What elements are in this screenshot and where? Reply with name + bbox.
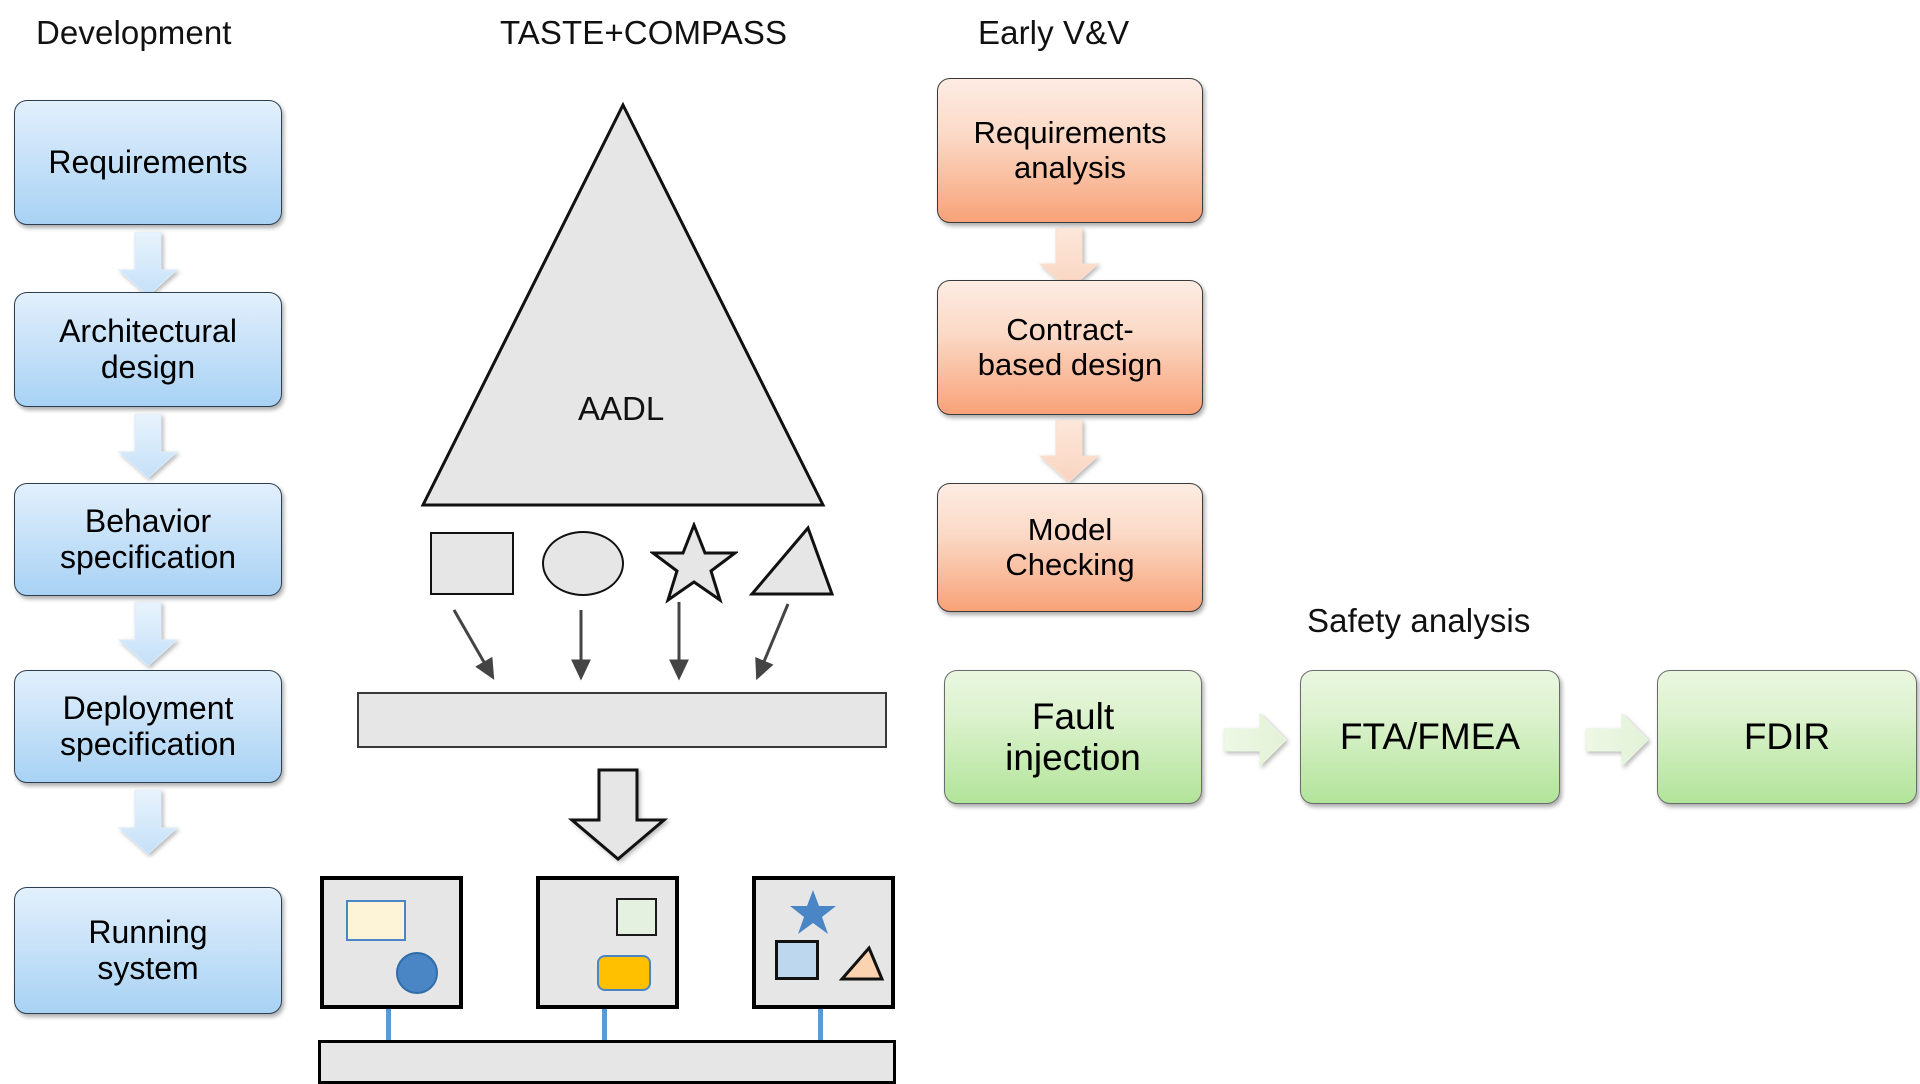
dev-step-deployment-specification[interactable]: Deployment specification xyxy=(14,670,282,783)
safety-step-fault-injection[interactable]: Fault injection xyxy=(944,670,1202,804)
vv-step-contract-based-design-label: Contract- based design xyxy=(977,311,1163,382)
deployment-block-arrow xyxy=(568,768,668,861)
dev-step-deployment-specification-label: Deployment specification xyxy=(59,689,237,762)
safety-step-fta-fmea-label: FTA/FMEA xyxy=(1339,716,1521,758)
node3-blue-star xyxy=(790,890,836,934)
dev-step-behavior-specification-label: Behavior specification xyxy=(59,502,237,575)
deployment-node-1[interactable] xyxy=(320,876,463,1009)
deployment-node-3[interactable] xyxy=(752,876,895,1009)
node1-bus-link xyxy=(386,1009,391,1041)
dev-step-architectural-design-label: Architectural design xyxy=(59,312,237,385)
diagram-canvas: Development TASTE+COMPASS Early V&V Safe… xyxy=(0,0,1920,1084)
dev-step-requirements[interactable]: Requirements xyxy=(14,100,282,225)
column-title-taste: TASTE+COMPASS xyxy=(500,14,788,51)
dev-arrow-4 xyxy=(117,790,179,855)
node3-light-blue-square xyxy=(775,940,819,980)
safety-step-fdir[interactable]: FDIR xyxy=(1657,670,1917,804)
shape-ellipse xyxy=(542,531,624,596)
node3-peach-triangle xyxy=(839,945,885,981)
dev-step-requirements-label: Requirements xyxy=(48,143,248,180)
deployment-node-2[interactable] xyxy=(536,876,679,1009)
vv-arrow-2 xyxy=(1038,420,1100,483)
column-title-safety-analysis: Safety analysis xyxy=(1307,602,1531,639)
node2-orange-rounded-rectangle xyxy=(597,955,651,991)
vv-step-model-checking-label: Model Checking xyxy=(1005,511,1135,582)
node2-pale-green-square xyxy=(616,898,657,936)
vv-step-requirements-analysis-label: Requirements analysis xyxy=(973,114,1167,185)
dev-step-running-system-label: Running system xyxy=(88,913,208,986)
aadl-triangle xyxy=(420,101,826,507)
dev-step-architectural-design[interactable]: Architectural design xyxy=(14,292,282,407)
aadl-triangle-label: AADL xyxy=(578,390,665,427)
safety-arrow-1 xyxy=(1223,712,1287,768)
node3-bus-link xyxy=(818,1009,823,1041)
shape-arrow-triangle xyxy=(755,603,790,681)
deployment-bus-bar xyxy=(318,1040,896,1084)
column-title-development: Development xyxy=(36,14,232,51)
dev-step-running-system[interactable]: Running system xyxy=(14,887,282,1014)
shape-arrow-ellipse xyxy=(571,610,591,681)
dev-arrow-3 xyxy=(117,602,179,667)
safety-arrow-2 xyxy=(1585,712,1649,768)
dev-step-behavior-specification[interactable]: Behavior specification xyxy=(14,483,282,596)
safety-step-fta-fmea[interactable]: FTA/FMEA xyxy=(1300,670,1560,804)
shape-arrow-square xyxy=(452,609,495,680)
integration-bar xyxy=(357,692,887,748)
dev-arrow-1 xyxy=(117,232,179,297)
safety-step-fdir-label: FDIR xyxy=(1743,716,1831,758)
vv-step-requirements-analysis[interactable]: Requirements analysis xyxy=(937,78,1203,223)
vv-step-model-checking[interactable]: Model Checking xyxy=(937,483,1203,612)
vv-step-contract-based-design[interactable]: Contract- based design xyxy=(937,280,1203,415)
shape-square xyxy=(430,532,514,595)
node1-blue-circle xyxy=(396,952,438,994)
shape-arrow-star xyxy=(669,602,689,681)
safety-step-fault-injection-label: Fault injection xyxy=(1005,695,1141,778)
dev-arrow-2 xyxy=(117,414,179,479)
shape-star xyxy=(650,522,738,604)
shape-triangle xyxy=(748,525,835,596)
column-title-early-vv: Early V&V xyxy=(978,14,1130,51)
node2-bus-link xyxy=(602,1009,607,1041)
node1-cream-rectangle xyxy=(346,900,406,941)
